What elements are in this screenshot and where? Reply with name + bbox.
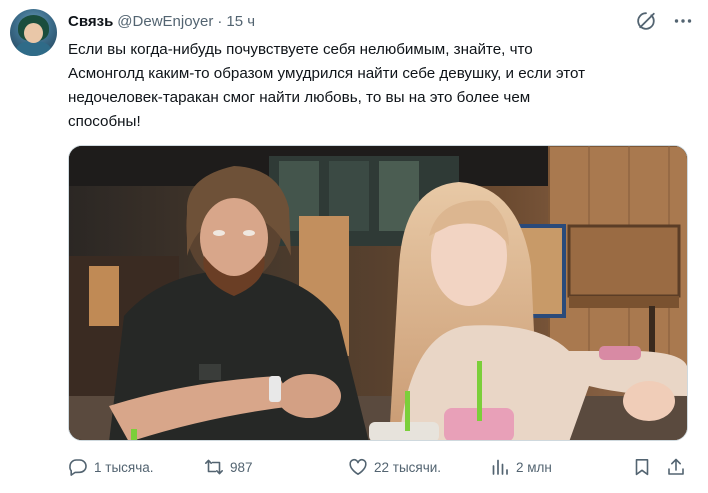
tweet-text-line: Если вы когда-нибудь почувствуете себя н… [68, 41, 533, 58]
tweet-header: Связь @DewEnjoyer · 15 ч [68, 11, 255, 31]
views-count: 2 млн [516, 459, 552, 475]
tweet-text-line: способны! [68, 113, 141, 130]
grok-icon[interactable] [636, 11, 656, 31]
tweet-text-line: недочеловек-таракан смог найти любовь, т… [68, 89, 531, 106]
tweet-text-line: Асмонголд каким-то образом умудрился най… [68, 65, 586, 82]
retweet-button[interactable]: 987 [204, 456, 253, 478]
retweet-icon [205, 459, 223, 475]
retweet-count: 987 [230, 459, 253, 475]
action-bar: 1 тысяча. 987 22 тысячи. 2 млн [68, 456, 692, 478]
timestamp[interactable]: 15 ч [226, 13, 255, 30]
like-button[interactable]: 22 тысячи. [348, 456, 441, 478]
views-button[interactable]: 2 млн [490, 456, 552, 478]
views-icon [492, 459, 508, 475]
separator-dot: · [217, 12, 223, 30]
bookmark-button[interactable] [632, 456, 652, 478]
share-button[interactable] [666, 456, 686, 478]
tweet-text: Если вы когда-нибудь почувствуете себя н… [68, 38, 688, 134]
reply-button[interactable]: 1 тысяча. [68, 456, 154, 478]
more-icon[interactable] [673, 11, 693, 31]
like-count: 22 тысячи. [374, 459, 442, 475]
user-handle[interactable]: @DewEnjoyer [117, 13, 213, 30]
bookmark-icon [635, 459, 649, 476]
display-name[interactable]: Связь [68, 13, 113, 30]
reply-count: 1 тысяча. [94, 459, 154, 475]
heart-icon [349, 458, 367, 475]
share-icon [668, 458, 684, 475]
avatar[interactable] [10, 9, 57, 56]
tweet-photo[interactable] [68, 145, 688, 441]
tweet[interactable]: Связь @DewEnjoyer · 15 ч Если вы когда-н… [0, 0, 708, 493]
reply-icon [69, 459, 87, 476]
